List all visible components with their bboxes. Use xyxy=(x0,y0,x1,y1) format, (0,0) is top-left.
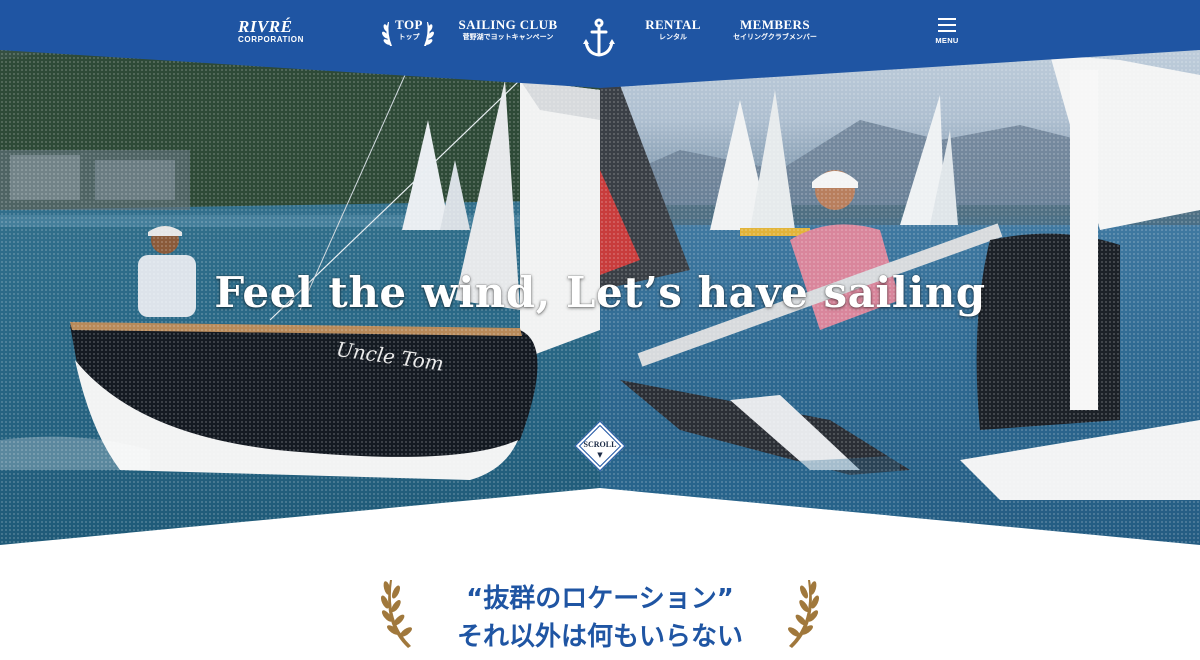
hero-tagline: Feel the wind, Let’s have sailing xyxy=(214,268,986,317)
anchor-icon[interactable] xyxy=(582,18,616,58)
nav-top[interactable]: TOP トップ xyxy=(388,17,430,43)
scroll-button[interactable]: SCROLL ▼ xyxy=(574,420,626,472)
laurel-right-icon xyxy=(788,580,820,648)
brand-name: RIVRÉ xyxy=(238,17,293,36)
nav-rental-sublabel: レンタル xyxy=(659,34,687,41)
intro-section: “抜群のロケーション” それ以外は何もいらない xyxy=(0,560,1200,660)
nav-members-label: MEMBERS xyxy=(740,17,810,32)
hamburger-icon xyxy=(932,18,962,32)
menu-button[interactable]: MENU xyxy=(932,18,962,45)
nav-sailing-club[interactable]: SAILING CLUB 菅野湖でヨットキャンペーン xyxy=(452,17,564,43)
scroll-label: SCROLL xyxy=(583,440,617,449)
brand-sub: CORPORATION xyxy=(238,35,305,44)
brand-logo[interactable]: RIVRÉ CORPORATION xyxy=(238,18,304,45)
nav-sailing-club-label: SAILING CLUB xyxy=(458,17,558,32)
nav-top-sublabel: トップ xyxy=(398,34,420,41)
nav-members-sublabel: セイリングクラブメンバー xyxy=(733,34,817,41)
intro-heading-line1: “抜群のロケーション” xyxy=(466,584,734,614)
nav-rental-label: RENTAL xyxy=(645,17,701,32)
nav-members[interactable]: MEMBERS セイリングクラブメンバー xyxy=(724,17,826,43)
intro-heading-line2: それ以外は何もいらない xyxy=(456,622,743,652)
nav-top-label: TOP xyxy=(395,17,423,32)
scroll-arrow-icon: ▼ xyxy=(597,451,603,459)
nav-rental[interactable]: RENTAL レンタル xyxy=(640,17,706,43)
nav-sailing-club-sublabel: 菅野湖でヨットキャンペーン xyxy=(462,34,554,41)
menu-label: MENU xyxy=(935,36,959,45)
